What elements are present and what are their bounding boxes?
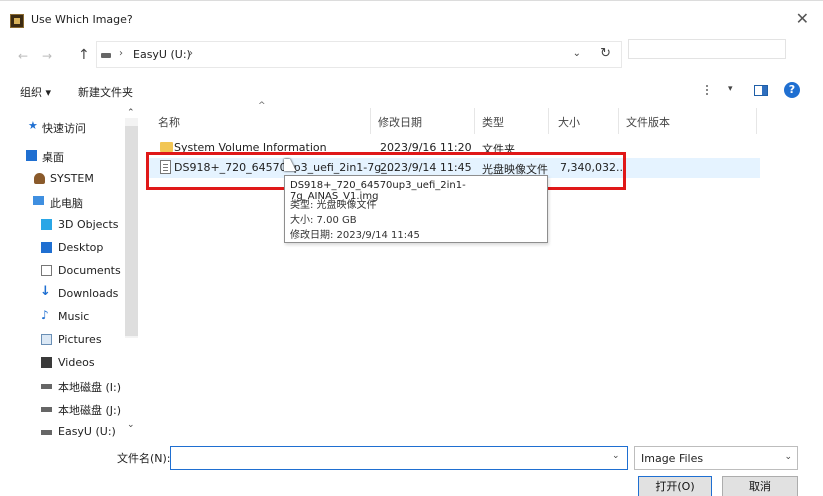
folder-icon [160, 142, 173, 152]
chevron-down-icon[interactable]: ⌄ [612, 451, 620, 461]
file-tooltip: DS918+_720_64570up3_uefi_2in1-7g_AINAS_V… [284, 175, 548, 243]
sidebar-item-documents[interactable]: Documents [0, 261, 124, 281]
app-icon [10, 14, 24, 28]
sidebar-item-easyu[interactable]: EasyU (U:) [0, 422, 124, 442]
sidebar-item-desktop[interactable]: Desktop [0, 238, 124, 258]
toolbar: 组织 ▾ 新建文件夹 [0, 78, 823, 106]
chevron-down-icon: ⌄ [784, 452, 792, 462]
star-icon: ★ [28, 119, 38, 132]
pictures-icon [41, 334, 52, 345]
tooltip-size: 大小: 7.00 GB [290, 215, 357, 226]
sidebar-item-system[interactable]: SYSTEM [0, 169, 124, 189]
sidebar-item-pictures[interactable]: Pictures [0, 330, 124, 350]
breadcrumb-separator[interactable]: › [189, 48, 193, 59]
refresh-icon[interactable]: ↻ [600, 46, 611, 61]
sidebar-item-local-disk-j[interactable]: 本地磁盘 (J:) [0, 399, 124, 419]
sidebar-item-local-disk-i[interactable]: 本地磁盘 (I:) [0, 376, 124, 396]
documents-icon [41, 265, 52, 276]
3d-objects-icon [41, 219, 52, 230]
sidebar-item-music[interactable]: ♪ Music [0, 307, 124, 327]
filter-selected-value: Image Files [641, 452, 704, 465]
sidebar-item-videos[interactable]: Videos [0, 353, 124, 373]
back-arrow-icon[interactable]: ← [18, 49, 28, 63]
computer-icon [33, 196, 44, 205]
column-type[interactable]: 类型 [482, 114, 504, 130]
view-options-icon[interactable] [706, 85, 718, 95]
sidebar-item-this-pc[interactable]: 此电脑 [0, 192, 124, 212]
column-header: 名称 修改日期 类型 大小 文件版本 [148, 108, 808, 134]
drive-icon [41, 430, 52, 435]
music-icon: ♪ [41, 308, 49, 322]
scroll-down-arrow[interactable]: ⌄ [127, 420, 135, 430]
organize-button[interactable]: 组织 ▾ [20, 84, 51, 100]
chevron-down-icon[interactable]: ▾ [728, 84, 733, 94]
filename-label: 文件名(N): [117, 452, 171, 465]
tooltip-type: 类型: 光盘映像文件 [290, 200, 377, 211]
desktop-icon [26, 150, 37, 161]
drive-icon [101, 53, 111, 58]
help-icon[interactable]: ? [784, 82, 800, 98]
column-divider[interactable] [756, 108, 757, 134]
column-modified[interactable]: 修改日期 [378, 114, 422, 130]
column-divider[interactable] [548, 108, 549, 134]
sidebar-scrollbar-thumb[interactable] [125, 126, 138, 336]
filename-input[interactable] [170, 446, 628, 470]
drive-icon [41, 384, 52, 389]
desktop-icon [41, 242, 52, 253]
new-folder-button[interactable]: 新建文件夹 [78, 84, 133, 100]
tooltip-modified: 修改日期: 2023/9/14 11:45 [290, 230, 420, 241]
preview-pane-icon[interactable] [754, 85, 768, 96]
forward-arrow-icon[interactable]: → [42, 49, 52, 63]
cancel-button[interactable]: 取消 [722, 476, 798, 496]
navigation-pane: ★ 快速访问 桌面 SYSTEM 此电脑 3D Objects Desktop … [0, 108, 140, 440]
column-divider[interactable] [474, 108, 475, 134]
mouse-cursor-icon [284, 159, 296, 171]
column-divider[interactable] [618, 108, 619, 134]
breadcrumb-drive[interactable]: EasyU (U:) [133, 48, 191, 61]
breadcrumb-separator: › [119, 48, 123, 59]
column-divider[interactable] [370, 108, 371, 134]
sidebar-item-downloads[interactable]: ↓ Downloads [0, 284, 124, 304]
address-bar[interactable]: › EasyU (U:) › ⌄ ↻ [96, 41, 622, 68]
column-file-version[interactable]: 文件版本 [626, 114, 670, 130]
title-bar: Use Which Image? ✕ [0, 0, 823, 38]
column-size[interactable]: 大小 [558, 114, 580, 130]
videos-icon [41, 357, 52, 368]
sidebar-item-desktop-cn[interactable]: 桌面 [0, 146, 124, 166]
open-button[interactable]: 打开(O) [638, 476, 712, 496]
sidebar-item-quick-access[interactable]: ★ 快速访问 [0, 117, 124, 137]
chevron-down-icon[interactable]: ⌄ [573, 48, 581, 59]
downloads-icon: ↓ [40, 284, 51, 299]
scroll-up-arrow[interactable]: ⌃ [127, 108, 135, 118]
up-arrow-icon[interactable]: ↑ [78, 47, 90, 63]
column-name[interactable]: 名称 [158, 114, 180, 130]
user-icon [34, 173, 45, 184]
drive-icon [41, 407, 52, 412]
close-button[interactable]: ✕ [796, 11, 809, 27]
search-input[interactable] [628, 39, 786, 59]
file-type-filter[interactable]: Image Files ⌄ [634, 446, 798, 470]
sidebar-item-3d-objects[interactable]: 3D Objects [0, 215, 124, 235]
window-title: Use Which Image? [31, 13, 133, 26]
